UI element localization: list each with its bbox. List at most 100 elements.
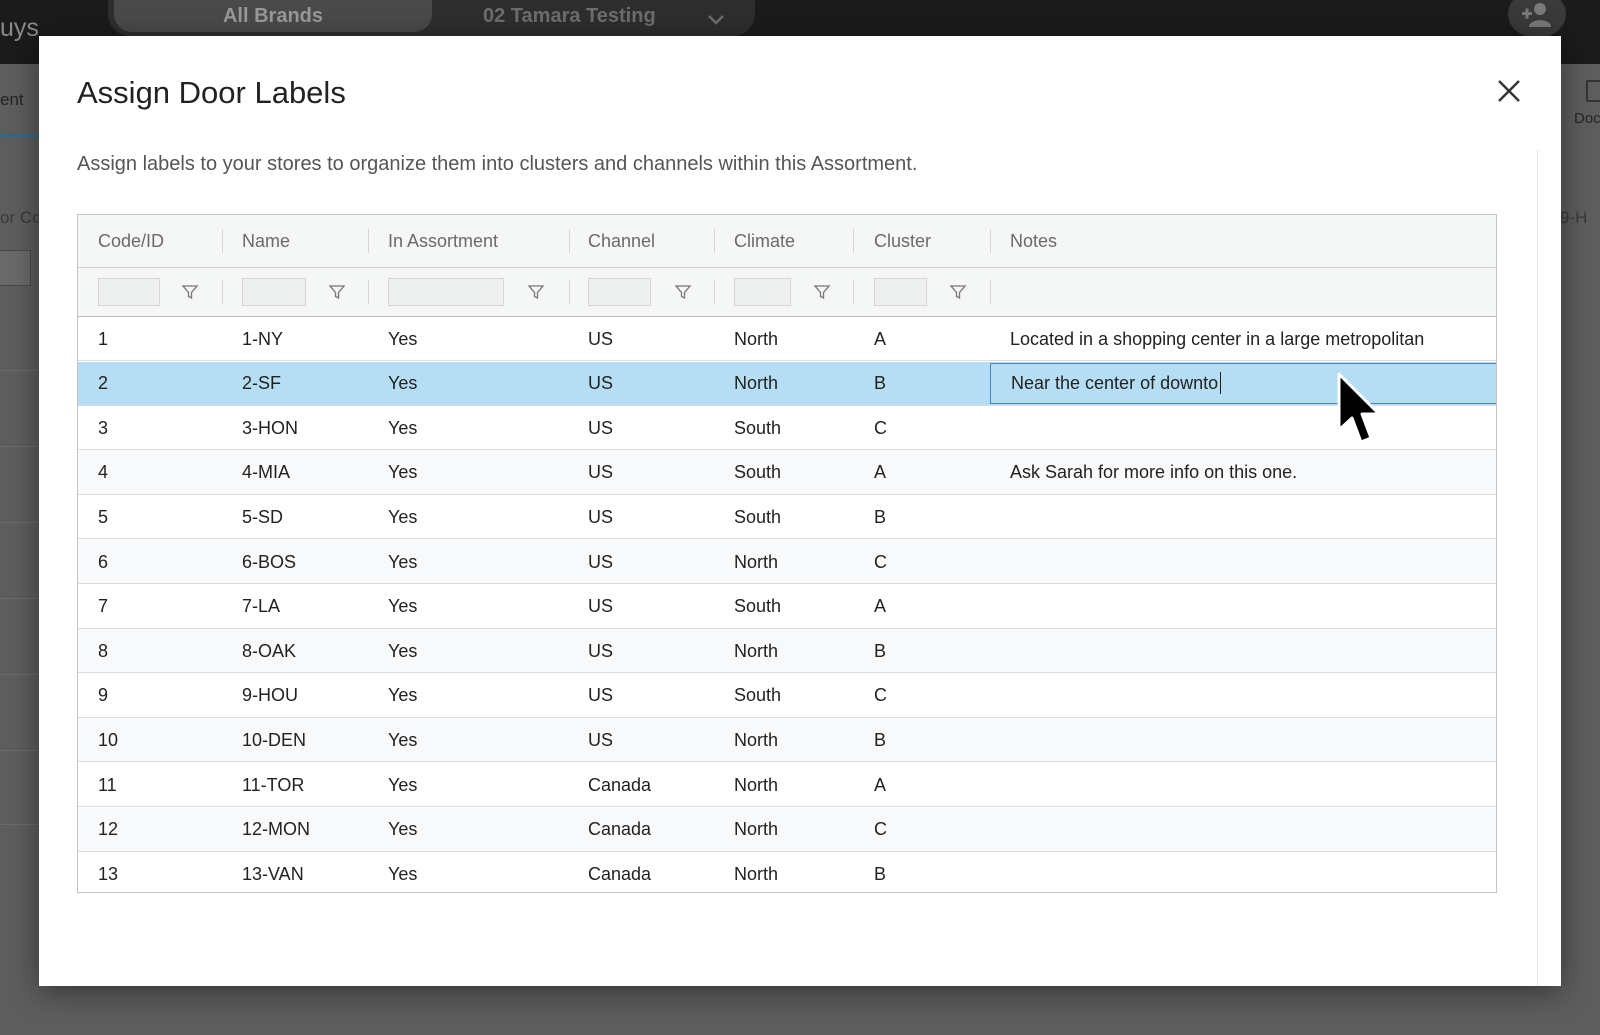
cell-name[interactable]: 5-SD — [242, 495, 283, 539]
cell-in-assortment[interactable]: Yes — [388, 629, 417, 673]
cell-notes[interactable] — [1010, 406, 1490, 450]
column-divider[interactable] — [714, 229, 715, 253]
cell-climate[interactable]: South — [734, 406, 781, 450]
table-row[interactable]: 12 12-MON Yes Canada North C — [78, 807, 1496, 852]
cell-climate[interactable]: South — [734, 495, 781, 539]
table-row[interactable]: 7 7-LA Yes US South A — [78, 584, 1496, 629]
cell-cluster[interactable]: A — [874, 763, 886, 807]
cell-in-assortment[interactable]: Yes — [388, 808, 417, 852]
cell-cluster[interactable]: C — [874, 406, 887, 450]
cell-name[interactable]: 3-HON — [242, 406, 298, 450]
cell-code-id[interactable]: 2 — [98, 362, 108, 406]
modal-scrollbar[interactable] — [1537, 150, 1538, 986]
filter-icon[interactable] — [527, 283, 545, 301]
table-row[interactable]: 10 10-DEN Yes US North B — [78, 718, 1496, 763]
cell-code-id[interactable]: 1 — [98, 317, 108, 361]
cell-name[interactable]: 9-HOU — [242, 674, 298, 718]
filter-input-climate[interactable] — [734, 278, 791, 306]
cell-channel[interactable]: US — [588, 451, 613, 495]
cell-notes[interactable] — [1010, 674, 1490, 718]
cell-channel[interactable]: US — [588, 495, 613, 539]
cell-climate[interactable]: North — [734, 629, 778, 673]
cell-code-id[interactable]: 6 — [98, 540, 108, 584]
cell-channel[interactable]: US — [588, 317, 613, 361]
cell-code-id[interactable]: 12 — [98, 808, 118, 852]
column-header-in-assortment[interactable]: In Assortment — [388, 215, 498, 267]
column-divider[interactable] — [853, 229, 854, 253]
cell-climate[interactable]: South — [734, 585, 781, 629]
table-row[interactable]: 13 13-VAN Yes Canada North B — [78, 852, 1496, 892]
cell-climate[interactable]: North — [734, 808, 778, 852]
cell-notes[interactable] — [1010, 852, 1490, 892]
cell-code-id[interactable]: 3 — [98, 406, 108, 450]
filter-input-name[interactable] — [242, 278, 306, 306]
cell-notes[interactable] — [1010, 808, 1490, 852]
cell-channel[interactable]: US — [588, 406, 613, 450]
cell-notes[interactable] — [1010, 495, 1490, 539]
cell-climate[interactable]: North — [734, 317, 778, 361]
cell-in-assortment[interactable]: Yes — [388, 852, 417, 892]
cell-name[interactable]: 12-MON — [242, 808, 310, 852]
cell-code-id[interactable]: 9 — [98, 674, 108, 718]
table-row[interactable]: 8 8-OAK Yes US North B — [78, 629, 1496, 674]
filter-icon[interactable] — [813, 283, 831, 301]
cell-name[interactable]: 6-BOS — [242, 540, 296, 584]
cell-notes[interactable] — [1010, 763, 1490, 807]
table-row[interactable]: 6 6-BOS Yes US North C — [78, 540, 1496, 584]
cell-channel[interactable]: Canada — [588, 763, 651, 807]
cell-code-id[interactable]: 11 — [98, 763, 117, 807]
cell-climate[interactable]: South — [734, 451, 781, 495]
cell-cluster[interactable]: B — [874, 718, 886, 762]
cell-name[interactable]: 2-SF — [242, 362, 281, 406]
cell-name[interactable]: 7-LA — [242, 585, 280, 629]
cell-cluster[interactable]: B — [874, 362, 886, 406]
cell-cluster[interactable]: C — [874, 674, 887, 718]
cell-cluster[interactable]: B — [874, 495, 886, 539]
cell-code-id[interactable]: 4 — [98, 451, 108, 495]
table-row[interactable]: 4 4-MIA Yes US South A Ask Sarah for more info… — [78, 450, 1496, 495]
column-divider[interactable] — [222, 229, 223, 253]
cell-channel[interactable]: US — [588, 629, 613, 673]
cell-name[interactable]: 1-NY — [242, 317, 283, 361]
table-row[interactable]: 2 2-SF Yes US North B Near the center of downt… — [78, 361, 1496, 406]
cell-climate[interactable]: North — [734, 362, 778, 406]
cell-name[interactable]: 8-OAK — [242, 629, 296, 673]
cell-notes[interactable] — [1010, 585, 1490, 629]
cell-climate[interactable]: North — [734, 540, 778, 584]
cell-in-assortment[interactable]: Yes — [388, 495, 417, 539]
filter-icon[interactable] — [949, 283, 967, 301]
cell-channel[interactable]: US — [588, 540, 613, 584]
cell-cluster[interactable]: C — [874, 540, 887, 584]
cell-in-assortment[interactable]: Yes — [388, 362, 417, 406]
cell-channel[interactable]: US — [588, 718, 613, 762]
cell-in-assortment[interactable]: Yes — [388, 763, 417, 807]
cell-in-assortment[interactable]: Yes — [388, 674, 417, 718]
cell-in-assortment[interactable]: Yes — [388, 540, 417, 584]
cell-notes[interactable] — [1010, 718, 1490, 762]
table-row[interactable]: 3 3-HON Yes US South C — [78, 406, 1496, 451]
table-row[interactable]: 11 11-TOR Yes Canada North A — [78, 763, 1496, 807]
cell-code-id[interactable]: 8 — [98, 629, 108, 673]
cell-cluster[interactable]: A — [874, 317, 886, 361]
filter-input-cluster[interactable] — [874, 278, 927, 306]
column-header-notes[interactable]: Notes — [1010, 215, 1057, 267]
cell-channel[interactable]: US — [588, 674, 613, 718]
cell-climate[interactable]: North — [734, 852, 778, 892]
notes-edit-input[interactable]: Near the center of downto — [990, 362, 1496, 404]
cell-climate[interactable]: North — [734, 763, 778, 807]
cell-cluster[interactable]: C — [874, 808, 887, 852]
cell-in-assortment[interactable]: Yes — [388, 406, 417, 450]
cell-notes[interactable] — [1010, 540, 1490, 584]
cell-cluster[interactable]: A — [874, 585, 886, 629]
cell-name[interactable]: 13-VAN — [242, 852, 304, 892]
column-header-channel[interactable]: Channel — [588, 215, 655, 267]
cell-cluster[interactable]: B — [874, 852, 886, 892]
column-header-cluster[interactable]: Cluster — [874, 215, 931, 267]
cell-cluster[interactable]: A — [874, 451, 886, 495]
cell-name[interactable]: 4-MIA — [242, 451, 290, 495]
filter-input-code-id[interactable] — [98, 278, 160, 306]
filter-input-channel[interactable] — [588, 278, 651, 306]
column-header-climate[interactable]: Climate — [734, 215, 795, 267]
cell-notes[interactable]: Located in a shopping center in a large … — [1010, 317, 1490, 361]
cell-channel[interactable]: US — [588, 362, 613, 406]
